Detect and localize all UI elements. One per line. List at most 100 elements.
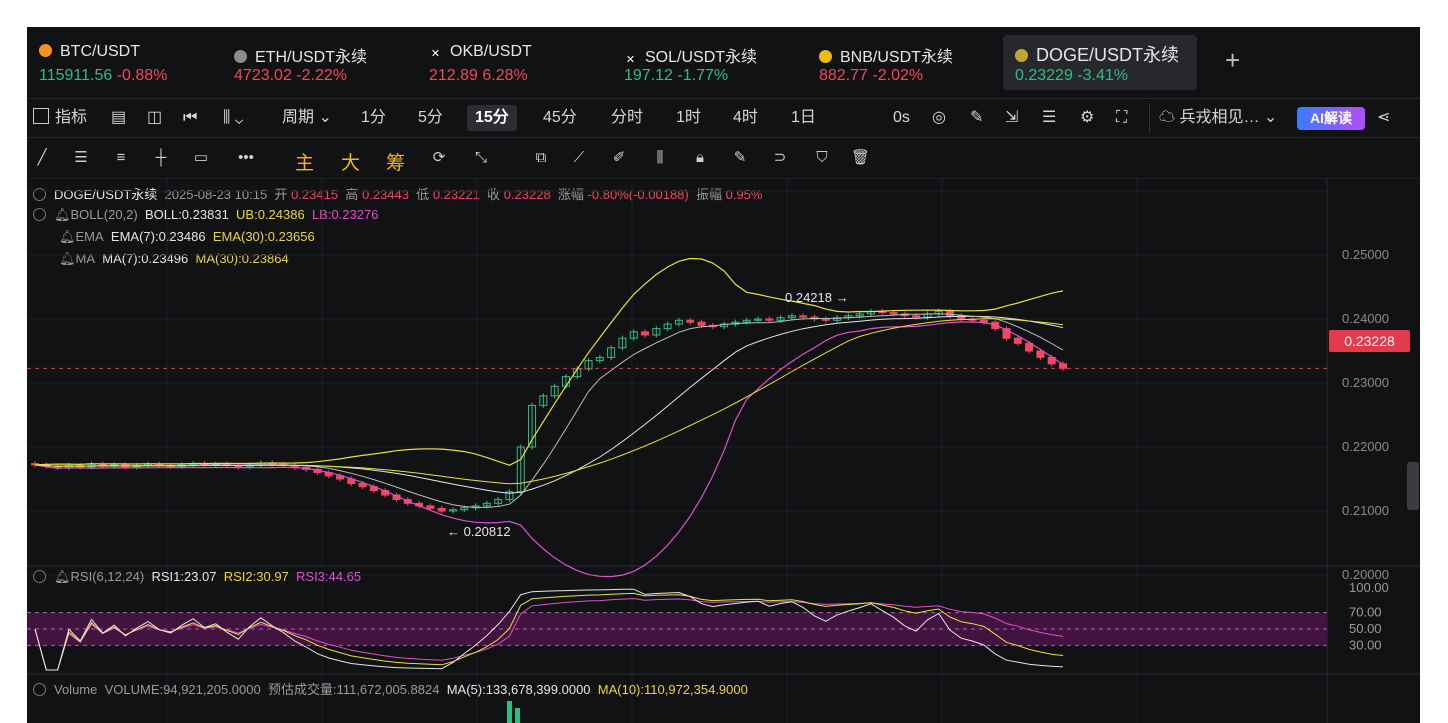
strategy-dropdown[interactable]: ☁ 兵戎相见… ⌄ <box>1159 99 1277 137</box>
filter-icon[interactable]: ⛉ <box>813 149 831 167</box>
measure-icon[interactable]: ⤡ <box>472 149 490 167</box>
rsi-axis-tick: 100.00 <box>1349 580 1389 595</box>
rsi-info-line: 🔔︎RSI(6,12,24) RSI1:23.07 RSI2:30.97 RSI… <box>33 569 361 585</box>
brush-icon[interactable]: ✐ <box>610 149 628 167</box>
ticker-symbol: ETH/USDT永续 <box>255 49 368 66</box>
rectangle-icon[interactable]: ▭ <box>192 149 210 167</box>
parallel-lines-icon[interactable]: ≡ <box>112 149 130 167</box>
ticker-change: 6.28% <box>482 67 528 84</box>
chart-type-icon[interactable]: ⫼ ⌄ <box>223 99 243 137</box>
chips-tab[interactable]: 筹 <box>386 148 405 175</box>
price-axis-tick: 0.25000 <box>1342 247 1389 262</box>
ticker-change: -2.22% <box>296 67 347 84</box>
add-ticker-plus-icon[interactable]: + <box>1225 45 1240 76</box>
horizontal-lines-icon[interactable]: ☰ <box>72 149 90 167</box>
ai-interpret-button[interactable]: AI解读 <box>1297 107 1365 130</box>
trading-chart-window: BTC/USDT 115911.56 -0.88% ETH/USDT永续 472… <box>27 27 1420 723</box>
collapse-circle-icon[interactable] <box>33 570 46 583</box>
collapse-circle-icon[interactable] <box>33 683 46 696</box>
ticker-tab-btc[interactable]: BTC/USDT 115911.56 -0.88% <box>27 35 207 90</box>
price-axis-tick: 0.21000 <box>1342 503 1389 518</box>
volume-ma10: MA(10):110,972,354.9000 <box>597 682 748 697</box>
interval-timeline[interactable]: 分时 <box>611 99 643 137</box>
rsi-axis-tick: 50.00 <box>1349 621 1382 636</box>
layout-icon[interactable]: ▤ <box>111 99 126 137</box>
indicator-button[interactable]: 指标 <box>33 99 87 137</box>
current-price-label: 0.23228 <box>1329 330 1410 352</box>
eth-coin-icon <box>234 50 247 63</box>
ticker-price: 212.89 <box>429 67 478 84</box>
candle-body <box>437 507 446 512</box>
copy-icon[interactable]: ⧉ <box>532 149 550 167</box>
ticker-tab-sol[interactable]: ✕ SOL/USDT永续 197.12 -1.77% <box>612 35 792 90</box>
price-axis-tick: 0.22000 <box>1342 439 1389 454</box>
ticker-tab-okb[interactable]: ✕ OKB/USDT 212.89 6.28% <box>417 35 597 90</box>
rsi-axis-tick: 30.00 <box>1349 637 1382 652</box>
ticker-price: 4723.02 <box>234 67 292 84</box>
ticker-symbol: BNB/USDT永续 <box>840 49 953 66</box>
cloud-icon: ☁ <box>1159 109 1176 126</box>
big-order-tab[interactable]: 大 <box>341 148 360 175</box>
ticker-tab-bar: BTC/USDT 115911.56 -0.88% ETH/USDT永续 472… <box>27 27 1420 99</box>
candle-body <box>1036 350 1045 358</box>
candle-body <box>765 318 774 321</box>
horizontal-ray-icon[interactable]: ┼ <box>152 149 170 167</box>
ticker-price: 115911.56 <box>39 67 113 84</box>
interval-1d[interactable]: 1日 <box>791 99 816 137</box>
candle-body <box>426 505 435 509</box>
candle-body <box>697 321 706 326</box>
split-view-icon[interactable]: ◫ <box>147 99 162 137</box>
candle-body <box>686 319 695 323</box>
camera-icon[interactable]: ◎ <box>932 99 946 137</box>
ticker-tab-eth[interactable]: ETH/USDT永续 4723.02 -2.22% <box>222 35 402 90</box>
interval-15m[interactable]: 15分 <box>467 105 517 131</box>
ticker-tab-bnb[interactable]: BNB/USDT永续 882.77 -2.02% <box>807 35 987 90</box>
interval-1m[interactable]: 1分 <box>361 99 386 137</box>
share-icon[interactable]: ⋖ <box>1377 99 1390 137</box>
rsi-label: RSI(6,12,24) <box>70 569 145 584</box>
replay-icon[interactable]: ⏮ <box>183 99 197 137</box>
price-axis-tick: 0.24000 <box>1342 311 1389 326</box>
volume-estimate: 预估成交量:111,672,005.8824 <box>267 682 440 697</box>
volume-value: VOLUME:94,921,205.0000 <box>104 682 261 697</box>
candle-tool-icon[interactable]: ⫼ <box>651 149 669 167</box>
export-icon[interactable]: ⇲ <box>1005 99 1018 137</box>
note-icon[interactable]: ✎ <box>731 149 749 167</box>
ruler-icon[interactable]: ⟋ <box>570 149 588 167</box>
interval-45m[interactable]: 45分 <box>543 99 577 137</box>
sync-icon[interactable]: ⟳ <box>430 149 448 167</box>
chart-canvas[interactable]: 0.250000.240000.230000.220000.210000.200… <box>27 178 1420 723</box>
ticker-symbol: BTC/USDT <box>60 43 140 60</box>
rsi-axis-tick: 70.00 <box>1349 605 1382 620</box>
ticker-price: 882.77 <box>819 67 868 84</box>
ma30-line <box>34 318 1064 485</box>
pencil-icon[interactable]: ✎ <box>970 99 983 137</box>
lock-icon[interactable]: 🔒︎ <box>691 149 709 167</box>
high-annotation: 0.24218 → <box>785 290 849 305</box>
volume-bar <box>507 701 512 723</box>
interval-1h[interactable]: 1时 <box>676 99 701 137</box>
rsi2-value: RSI2:30.97 <box>223 569 289 584</box>
volume-info-line: Volume VOLUME:94,921,205.0000 预估成交量:111,… <box>33 679 748 698</box>
ticker-symbol: OKB/USDT <box>450 43 532 60</box>
ticker-tab-doge[interactable]: DOGE/USDT永续 0.23229 -3.41% <box>1003 35 1197 90</box>
more-tools-icon[interactable]: ••• <box>233 149 259 167</box>
period-dropdown[interactable]: 周期 ⌄ <box>282 99 332 137</box>
doge-coin-icon <box>1015 49 1028 62</box>
magnet-icon[interactable]: ⊃ <box>771 149 789 167</box>
trendline-icon[interactable]: ╱ <box>33 149 51 167</box>
interval-4h[interactable]: 4时 <box>733 99 758 137</box>
boll-lower-line <box>34 321 1064 578</box>
fullscreen-icon[interactable]: ⛶ <box>1116 99 1127 137</box>
interval-5m[interactable]: 5分 <box>418 99 443 137</box>
ticker-price: 0.23229 <box>1015 67 1073 84</box>
settings-gear-icon[interactable]: ⚙ <box>1080 99 1094 137</box>
toolbar-divider <box>1149 103 1150 133</box>
btc-coin-icon <box>39 44 52 57</box>
boll-upper-line <box>34 257 1064 466</box>
list-icon[interactable]: ☰ <box>1042 99 1056 137</box>
side-panel-toggle[interactable] <box>1407 462 1419 510</box>
main-indicator-tab[interactable]: 主 <box>295 148 314 175</box>
drawing-toolbar: ╱ ☰ ≡ ┼ ▭ ••• 主 大 筹 ⟳ ⤡ ⧉ ⟋ ✐ ⫼ 🔒︎ ✎ ⊃ ⛉… <box>27 138 1420 179</box>
trash-icon[interactable]: 🗑︎ <box>851 149 870 167</box>
